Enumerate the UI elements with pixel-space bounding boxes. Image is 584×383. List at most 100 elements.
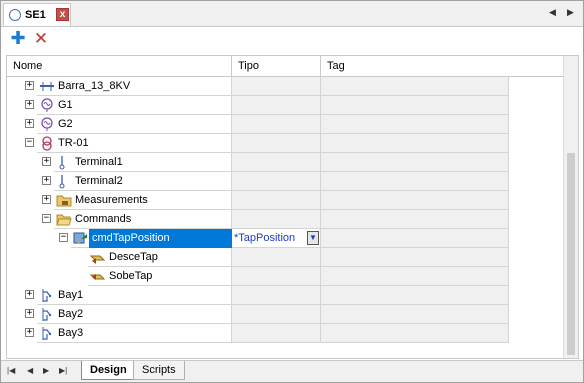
tree-row[interactable]: + Barra_13_8KV (7, 77, 509, 96)
expand-icon[interactable]: + (25, 290, 34, 299)
expand-icon[interactable]: + (25, 309, 34, 318)
collapse-icon[interactable]: − (59, 233, 68, 242)
node-label: Bay1 (58, 289, 84, 301)
node-label: G1 (58, 99, 73, 111)
tipo-cell[interactable] (232, 172, 321, 191)
tipo-cell[interactable] (232, 267, 321, 286)
next-sheet-icon[interactable]: ▶ (43, 366, 49, 375)
tree-row[interactable]: + G1 (7, 96, 509, 115)
scrollbar-thumb[interactable] (567, 153, 575, 355)
prev-sheet-icon[interactable]: ◀ (27, 366, 33, 375)
scroll-right-icon[interactable]: ▶ (567, 7, 574, 18)
tipo-cell[interactable] (232, 96, 321, 115)
column-header-tipo[interactable]: Tipo (232, 56, 321, 77)
tree-row[interactable]: + Terminal2 (7, 172, 509, 191)
tipo-cell[interactable] (232, 134, 321, 153)
tree-row[interactable]: + Terminal1 (7, 153, 509, 172)
tap-up-icon (89, 269, 106, 284)
bay-icon (39, 288, 55, 303)
collapse-icon[interactable]: − (25, 138, 34, 147)
grid-header: Nome Tipo Tag (7, 56, 563, 77)
terminal-icon (56, 155, 72, 170)
tag-cell[interactable] (321, 210, 509, 229)
scroll-left-icon[interactable]: ◀ (549, 7, 556, 18)
tipo-cell[interactable] (232, 153, 321, 172)
expand-icon[interactable]: + (42, 176, 51, 185)
collapse-icon[interactable]: − (42, 214, 51, 223)
busbar-icon (39, 79, 55, 94)
tag-cell[interactable] (321, 153, 509, 172)
tipo-cell[interactable] (232, 210, 321, 229)
expand-icon[interactable]: + (42, 195, 51, 204)
generator-icon (39, 117, 55, 132)
tree-row[interactable]: − TR-01 (7, 134, 509, 153)
expand-icon[interactable]: + (25, 100, 34, 109)
tree-row[interactable]: − Commands (7, 210, 509, 229)
tab-design[interactable]: Design (81, 361, 136, 380)
tag-cell[interactable] (321, 191, 509, 210)
tree-row[interactable]: + Bay2 (7, 305, 509, 324)
tree-grid: Nome Tipo Tag + Barra_13_8KV + G1 + G2 − TR-01 +… (6, 55, 579, 359)
tree-row[interactable]: DesceTap (7, 248, 509, 267)
tag-cell[interactable] (321, 115, 509, 134)
expand-icon[interactable]: + (25, 81, 34, 90)
command-icon (73, 231, 89, 246)
node-label: Terminal2 (75, 175, 123, 187)
tipo-cell[interactable] (232, 248, 321, 267)
vertical-scrollbar[interactable] (563, 56, 578, 358)
tree-row[interactable]: SobeTap (7, 267, 509, 286)
tipo-cell[interactable] (232, 286, 321, 305)
circle-icon (9, 9, 21, 21)
tab-title: SE1 (25, 9, 46, 21)
expand-icon[interactable]: + (42, 157, 51, 166)
tree-row[interactable]: + Measurements (7, 191, 509, 210)
tag-cell[interactable] (321, 77, 509, 96)
tag-cell[interactable] (321, 305, 509, 324)
node-label: DesceTap (109, 251, 158, 263)
tipo-value: *TapPosition (234, 232, 296, 244)
transformer-icon (39, 136, 55, 151)
tag-cell[interactable] (321, 96, 509, 115)
tree-row[interactable]: + G2 (7, 115, 509, 134)
tag-cell[interactable] (321, 286, 509, 305)
node-label: SobeTap (109, 270, 153, 282)
add-icon[interactable]: ✚ (9, 29, 27, 48)
column-header-nome[interactable]: Nome (7, 56, 232, 77)
editor-window: SE1 x ◀ ▶ ✚ ✕ Nome Tipo Tag + Barra_13_8K… (0, 0, 584, 383)
tipo-select[interactable]: *TapPosition ▼ (232, 229, 321, 248)
column-header-tag[interactable]: Tag (321, 56, 563, 77)
tree-row[interactable]: + Bay1 (7, 286, 509, 305)
expand-icon[interactable]: + (25, 119, 34, 128)
delete-icon[interactable]: ✕ (32, 30, 50, 48)
node-label: Terminal1 (75, 156, 123, 168)
tag-cell[interactable] (321, 172, 509, 191)
tipo-cell[interactable] (232, 305, 321, 324)
tag-cell[interactable] (321, 229, 509, 248)
tipo-cell[interactable] (232, 115, 321, 134)
node-label: Bay2 (58, 308, 84, 320)
tree-row[interactable]: + Bay3 (7, 324, 509, 343)
last-sheet-icon[interactable]: ▶| (59, 366, 67, 375)
node-label: Measurements (75, 194, 148, 206)
tree-row[interactable]: − cmdTapPosition *TapPosition ▼ (7, 229, 509, 248)
tag-cell[interactable] (321, 267, 509, 286)
node-label: TR-01 (58, 137, 89, 149)
tab-se1[interactable]: SE1 x (3, 3, 71, 26)
tipo-cell[interactable] (232, 77, 321, 96)
close-icon[interactable]: x (56, 8, 69, 21)
tag-cell[interactable] (321, 324, 509, 343)
document-tab-strip: SE1 x ◀ ▶ (1, 1, 583, 27)
sheet-tab-bar: |◀ ◀ ▶ ▶| Design Scripts (1, 360, 583, 382)
bay-icon (39, 326, 55, 341)
tag-cell[interactable] (321, 248, 509, 267)
tag-cell[interactable] (321, 134, 509, 153)
expand-icon[interactable]: + (25, 328, 34, 337)
tipo-cell[interactable] (232, 191, 321, 210)
folder-icon (56, 193, 72, 208)
first-sheet-icon[interactable]: |◀ (7, 366, 15, 375)
folder-open-icon (56, 212, 72, 227)
tab-scripts[interactable]: Scripts (133, 361, 185, 380)
tipo-cell[interactable] (232, 324, 321, 343)
chevron-down-icon[interactable]: ▼ (307, 231, 319, 245)
node-label: Bay3 (58, 327, 84, 339)
